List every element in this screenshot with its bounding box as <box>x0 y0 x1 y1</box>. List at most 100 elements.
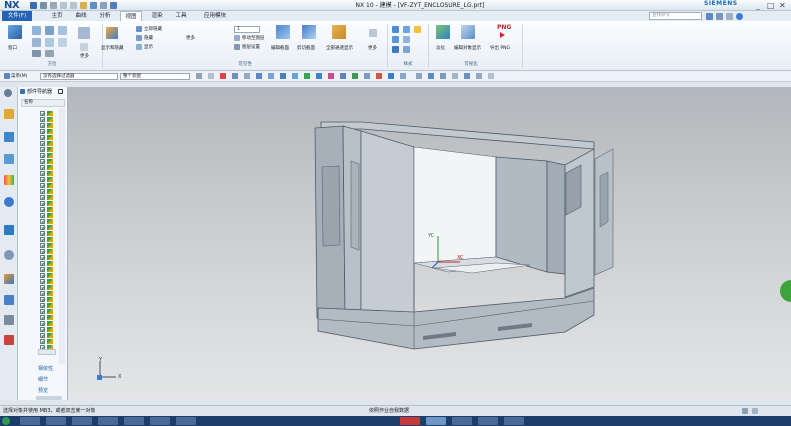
taskbar-app[interactable] <box>504 417 524 425</box>
search-icon[interactable] <box>706 13 713 20</box>
visibility-checkbox[interactable] <box>40 129 45 134</box>
visibility-checkbox[interactable] <box>40 147 45 152</box>
cut-icon[interactable] <box>60 2 67 9</box>
column-name-header[interactable]: 名称 <box>21 99 65 107</box>
visibility-checkbox[interactable] <box>40 153 45 158</box>
type-filter-dropdown[interactable]: 没有选择过滤器 <box>40 73 118 80</box>
visibility-checkbox[interactable] <box>40 213 45 218</box>
save-icon[interactable] <box>30 2 37 9</box>
taskbar-app[interactable] <box>452 417 472 425</box>
status-icon[interactable] <box>742 408 748 414</box>
visibility-checkbox[interactable] <box>40 327 45 332</box>
right-view-icon[interactable] <box>32 38 41 47</box>
left-view-icon[interactable] <box>45 38 54 47</box>
export-png-label[interactable]: 导出 PNG <box>490 45 510 51</box>
taskbar-app[interactable] <box>124 417 144 425</box>
edit-display-label[interactable]: 编辑对象显示 <box>454 45 481 51</box>
hide-now-label[interactable]: 立即隐藏 <box>144 26 162 32</box>
bottom-view-icon[interactable] <box>58 38 67 47</box>
visibility-checkbox[interactable] <box>40 207 45 212</box>
visibility-checkbox[interactable] <box>40 177 45 182</box>
taskbar-app[interactable] <box>20 417 40 425</box>
graphics-window[interactable]: YC XC Y X <box>68 87 791 400</box>
visibility-checkbox[interactable] <box>40 249 45 254</box>
taskbar-app[interactable] <box>400 417 420 425</box>
show-all-icon[interactable] <box>332 25 346 39</box>
gear-icon[interactable] <box>726 13 733 20</box>
taskbar-app[interactable] <box>478 417 498 425</box>
constraint-navigator-icon[interactable] <box>4 132 14 142</box>
visibility-checkbox[interactable] <box>40 201 45 206</box>
visibility-checkbox[interactable] <box>40 237 45 242</box>
visibility-checkbox[interactable] <box>40 315 45 320</box>
copy-icon[interactable] <box>70 2 77 9</box>
visibility-checkbox[interactable] <box>40 279 45 284</box>
preview-link[interactable]: 预览 <box>38 387 48 394</box>
visibility-checkbox[interactable] <box>40 219 45 224</box>
details-link[interactable]: 细节 <box>38 376 48 383</box>
visibility-checkbox[interactable] <box>40 117 45 122</box>
visibility-checkbox[interactable] <box>40 165 45 170</box>
window-menu-icon[interactable] <box>110 2 117 9</box>
clock-icon[interactable] <box>4 250 14 260</box>
style-edges-icon[interactable] <box>403 26 410 33</box>
reuse-library-icon[interactable] <box>4 175 14 185</box>
tab-file[interactable]: 文件(F) <box>2 11 32 21</box>
iso-view-icon[interactable] <box>32 26 41 35</box>
visibility-checkbox[interactable] <box>40 273 45 278</box>
status-icon[interactable] <box>752 408 758 414</box>
tab-tools[interactable]: 工具 <box>172 11 190 21</box>
visibility-checkbox[interactable] <box>40 267 45 272</box>
hide-icon[interactable] <box>136 35 142 41</box>
taskbar-app[interactable] <box>72 417 92 425</box>
settings-icon[interactable] <box>4 89 12 97</box>
fit-view-icon[interactable] <box>8 25 22 39</box>
visibility-checkbox[interactable] <box>40 159 45 164</box>
visibility-checkbox[interactable] <box>40 183 45 188</box>
layer-combo[interactable]: 1 <box>234 26 260 33</box>
show-label[interactable]: 显示 <box>144 44 153 50</box>
visibility-checkbox[interactable] <box>40 135 45 140</box>
help-icon[interactable] <box>736 13 743 20</box>
command-search-input[interactable]: 查找命令 <box>649 12 702 20</box>
tab-home[interactable]: 主页 <box>48 11 66 21</box>
taskbar-app[interactable] <box>176 417 196 425</box>
style-wire-icon[interactable] <box>392 36 399 43</box>
visibility-checkbox[interactable] <box>40 141 45 146</box>
taskbar-app[interactable] <box>426 417 446 425</box>
shaded-icon[interactable] <box>32 50 41 57</box>
visibility-checkbox[interactable] <box>40 303 45 308</box>
tab-applications[interactable]: 应用模块 <box>199 11 231 21</box>
tab-render[interactable]: 渲染 <box>148 11 166 21</box>
horizontal-scrollbar[interactable] <box>36 396 62 400</box>
scope-dropdown[interactable]: 整个装配 <box>120 73 190 80</box>
visibility-checkbox[interactable] <box>40 321 45 326</box>
top-view-icon[interactable] <box>45 26 54 35</box>
style-face-icon[interactable] <box>403 46 410 53</box>
menu-icon[interactable] <box>4 73 10 79</box>
visibility-checkbox[interactable] <box>40 231 45 236</box>
edit-display-icon[interactable] <box>461 25 475 39</box>
front-view-icon[interactable] <box>58 26 67 35</box>
more-visibility-label[interactable]: 更多 <box>186 35 195 41</box>
edit-section-icon[interactable] <box>276 25 290 39</box>
tab-view[interactable]: 视图 <box>120 11 142 21</box>
touch-mode-icon[interactable] <box>100 2 107 9</box>
visibility-checkbox[interactable] <box>40 297 45 302</box>
snap-toolbar[interactable] <box>196 72 576 81</box>
close-button[interactable]: ✕ <box>779 0 786 11</box>
visibility-checkbox[interactable] <box>40 189 45 194</box>
layout-icon[interactable] <box>716 13 723 20</box>
show-icon[interactable] <box>136 44 142 50</box>
start-button[interactable] <box>2 417 10 425</box>
style-hidden-icon[interactable] <box>403 36 410 43</box>
show-all-label[interactable]: 全部通透显示 <box>326 45 353 51</box>
history-icon[interactable] <box>4 225 14 235</box>
undo-icon[interactable] <box>40 2 47 9</box>
part-navigator-icon[interactable] <box>4 154 14 164</box>
visibility-checkbox[interactable] <box>40 255 45 260</box>
wireframe-icon[interactable] <box>45 50 54 57</box>
tab-analysis[interactable]: 分析 <box>96 11 114 21</box>
camera-icon[interactable] <box>78 27 90 39</box>
dependencies-link[interactable]: 相依性 <box>38 365 53 372</box>
